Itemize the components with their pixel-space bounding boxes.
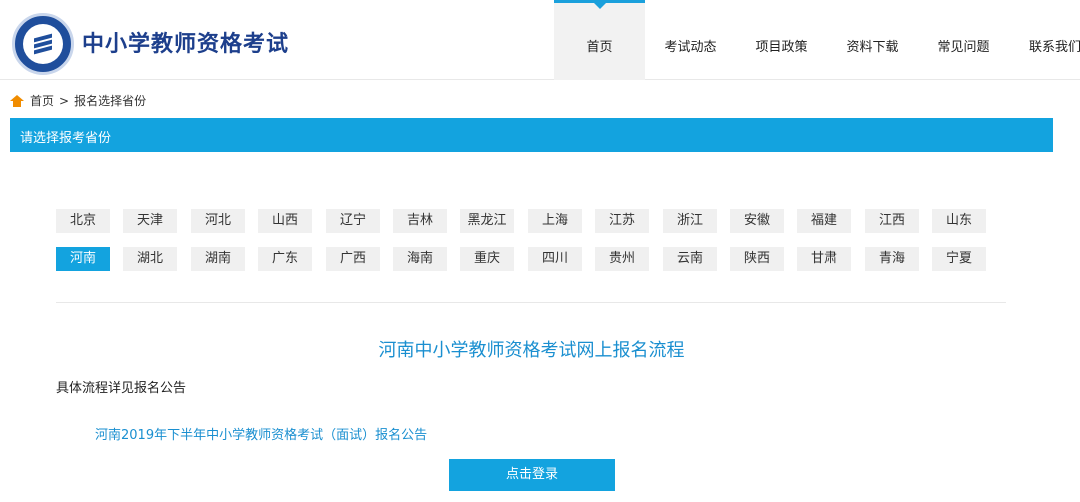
province-button[interactable]: 河北	[191, 209, 245, 233]
nav-item-home[interactable]: 首页	[554, 0, 645, 80]
province-button[interactable]: 江西	[865, 209, 919, 233]
province-button[interactable]: 辽宁	[326, 209, 380, 233]
registration-notice-link[interactable]: 河南2019年下半年中小学教师资格考试（面试）报名公告	[95, 424, 427, 443]
province-button[interactable]: 广西	[326, 247, 380, 271]
province-button[interactable]: 吉林	[393, 209, 447, 233]
province-button[interactable]: 湖南	[191, 247, 245, 271]
province-button[interactable]: 重庆	[460, 247, 514, 271]
active-caret-icon	[593, 3, 606, 9]
province-button[interactable]: 广东	[258, 247, 312, 271]
nav-item-label: 首页	[586, 40, 613, 55]
province-button[interactable]: 天津	[123, 209, 177, 233]
nav-item-label: 资料下载	[846, 40, 899, 55]
login-button[interactable]: 点击登录	[449, 459, 615, 491]
province-button[interactable]: 山西	[258, 209, 312, 233]
province-button[interactable]: 黑龙江	[460, 209, 514, 233]
province-button[interactable]: 甘肃	[797, 247, 851, 271]
province-button[interactable]: 湖北	[123, 247, 177, 271]
breadcrumb: 首页 > 报名选择省份	[10, 92, 146, 109]
province-button[interactable]: 山东	[932, 209, 986, 233]
province-button[interactable]: 河南	[56, 247, 110, 271]
province-button[interactable]: 安徽	[730, 209, 784, 233]
breadcrumb-current: 报名选择省份	[74, 94, 147, 108]
nav-item-exam-news[interactable]: 考试动态	[645, 0, 736, 80]
site-title[interactable]: 中小学教师资格考试	[82, 26, 289, 58]
province-button[interactable]: 宁夏	[932, 247, 986, 271]
main-nav: 首页 考试动态 项目政策 资料下载 常见问题 联系我们	[554, 0, 1080, 80]
nav-item-label: 常见问题	[937, 40, 990, 55]
province-button[interactable]: 浙江	[663, 209, 717, 233]
home-icon[interactable]	[10, 94, 24, 107]
province-button[interactable]: 福建	[797, 209, 851, 233]
nav-item-downloads[interactable]: 资料下载	[827, 0, 918, 80]
province-button[interactable]: 北京	[56, 209, 110, 233]
breadcrumb-home-link[interactable]: 首页	[30, 92, 54, 109]
breadcrumb-separator: >	[59, 93, 70, 108]
nav-item-contact[interactable]: 联系我们	[1009, 0, 1080, 80]
flow-description: 具体流程详见报名公告	[56, 381, 187, 396]
nav-item-label: 项目政策	[755, 40, 808, 55]
logo-emblem	[23, 24, 63, 64]
province-button[interactable]: 四川	[528, 247, 582, 271]
divider	[56, 302, 1006, 303]
nav-item-label: 联系我们	[1029, 40, 1080, 55]
province-button[interactable]: 江苏	[595, 209, 649, 233]
province-button[interactable]: 贵州	[595, 247, 649, 271]
nav-item-policy[interactable]: 项目政策	[736, 0, 827, 80]
nav-item-faq[interactable]: 常见问题	[918, 0, 1009, 80]
section-title-bar: 请选择报考省份	[10, 118, 1053, 152]
site-header: 中小学教师资格考试 首页 考试动态 项目政策 资料下载 常见问题 联系我们	[0, 0, 1080, 80]
province-button[interactable]: 云南	[663, 247, 717, 271]
nav-item-label: 考试动态	[664, 40, 717, 55]
flow-title: 河南中小学教师资格考试网上报名流程	[378, 340, 685, 361]
book-icon	[34, 33, 52, 55]
province-button[interactable]: 青海	[865, 247, 919, 271]
province-button[interactable]: 陕西	[730, 247, 784, 271]
province-button[interactable]: 上海	[528, 209, 582, 233]
section-title: 请选择报考省份	[20, 131, 112, 146]
province-button[interactable]: 海南	[393, 247, 447, 271]
site-logo[interactable]	[12, 13, 74, 75]
